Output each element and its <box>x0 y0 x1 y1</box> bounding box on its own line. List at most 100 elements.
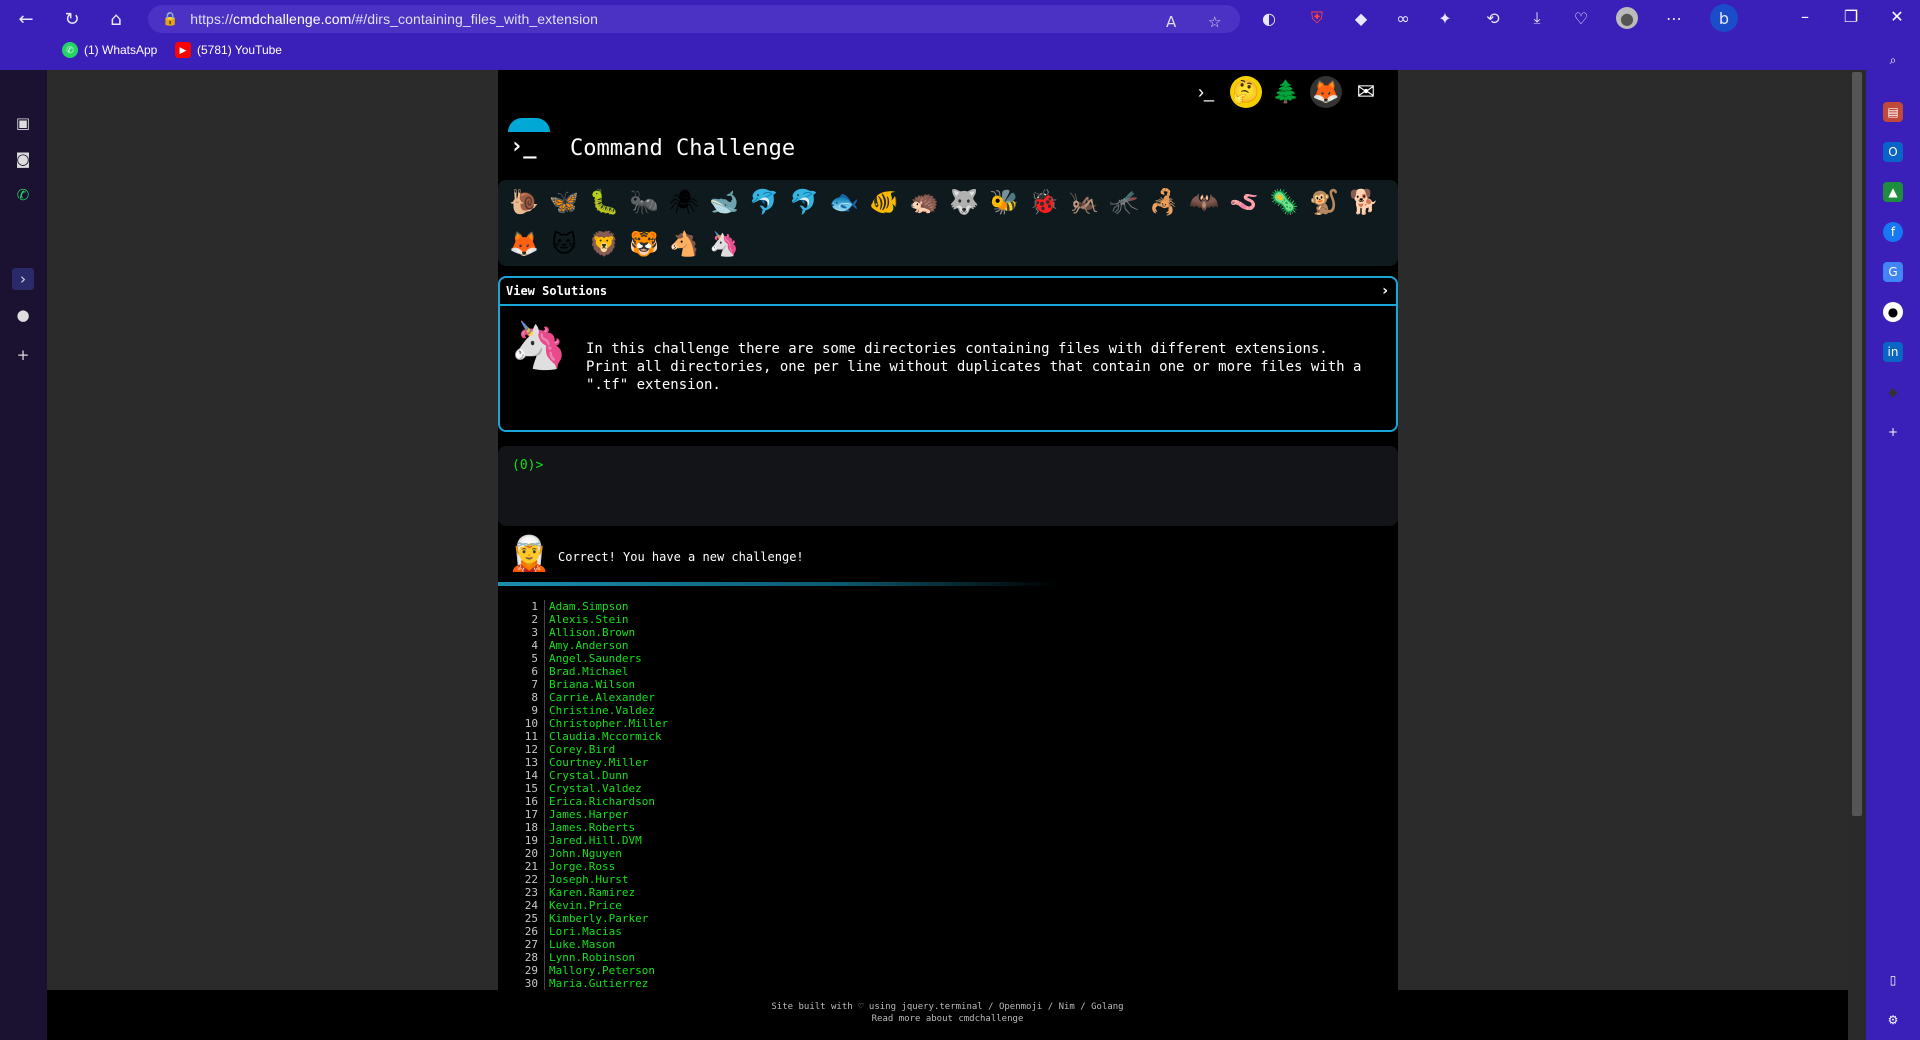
mail-icon[interactable]: ✉ <box>1350 76 1382 108</box>
footer-credits: Site built with ♡ using jquery.terminal … <box>771 1002 1124 1012</box>
emoji-challenge-icon[interactable]: 🐞 <box>1024 182 1064 222</box>
emoji-challenge-icon[interactable]: 🐺 <box>944 182 984 222</box>
emoji-challenge-icon[interactable]: 🐜 <box>624 182 664 222</box>
terminal-link-icon[interactable]: ›_ <box>1190 76 1222 108</box>
emoji-challenge-icon[interactable]: 🦠 <box>1264 182 1304 222</box>
emoji-challenge-icon[interactable]: 🐬 <box>744 182 784 222</box>
facebook-icon[interactable]: f <box>1883 222 1903 242</box>
extension-glasses-icon[interactable]: ∞ <box>1392 7 1414 29</box>
output-line: 25 Kimberly.Parker <box>498 912 1398 925</box>
emoji-challenge-icon[interactable]: 🐌 <box>504 182 544 222</box>
download-icon[interactable]: ⤓ <box>1526 7 1548 29</box>
github-tab-icon[interactable]: ● <box>12 304 34 326</box>
tree-icon[interactable]: 🌲 <box>1270 76 1302 108</box>
profile-avatar-icon[interactable]: ● <box>1616 7 1638 29</box>
emoji-challenge-icon[interactable]: 🦇 <box>1184 182 1224 222</box>
emoji-challenge-icon[interactable]: 🦄 <box>704 224 744 264</box>
search-icon[interactable]: ⌕ <box>1883 50 1903 70</box>
translate-icon[interactable]: G <box>1883 262 1903 282</box>
bookmark-whatsapp[interactable]: ✆ (1) WhatsApp <box>62 42 157 58</box>
chevron-right-icon[interactable]: › <box>1382 283 1388 299</box>
sidebar-toggle-icon[interactable]: ▯ <box>1883 970 1903 990</box>
emoji-challenge-icon[interactable]: 🐱 <box>544 224 584 264</box>
emoji-challenge-icon[interactable]: 🦊 <box>504 224 544 264</box>
output-directory-name: Luke.Mason <box>549 938 616 951</box>
new-tab-icon[interactable]: + <box>12 344 34 366</box>
read-aloud-icon[interactable]: A <box>1166 13 1176 31</box>
emoji-challenge-icon[interactable]: 🐯 <box>624 224 664 264</box>
extension-shield-icon[interactable]: ◐ <box>1258 7 1280 29</box>
linkedin-icon[interactable]: in <box>1883 342 1903 362</box>
vertical-tabs-rail: ▣ ◙ ✆ › ● + <box>0 70 47 1040</box>
emoji-challenge-icon[interactable]: 🐝 <box>984 182 1024 222</box>
line-number: 22 <box>524 873 538 886</box>
close-window-icon[interactable]: ✕ <box>1882 7 1912 26</box>
idea-face-icon[interactable]: 🤔 <box>1230 76 1262 108</box>
emoji-challenge-icon[interactable]: 🐟 <box>824 182 864 222</box>
output-line: 6 Brad.Michael <box>498 665 1398 678</box>
emoji-challenge-icon[interactable]: 🦁 <box>584 224 624 264</box>
emoji-challenge-icon[interactable]: 🦔 <box>904 182 944 222</box>
tab-actions-icon[interactable]: ▣ <box>12 112 34 134</box>
emoji-challenge-icon[interactable]: 🐛 <box>584 182 624 222</box>
view-solutions-toggle[interactable]: View Solutions › <box>500 278 1396 306</box>
favorite-star-icon[interactable]: ☆ <box>1208 13 1221 31</box>
page-scrollbar[interactable] <box>1848 70 1866 1040</box>
bing-icon[interactable]: b <box>1710 4 1738 32</box>
output-directory-name: Courtney.Miller <box>549 756 649 769</box>
whatsapp-tab-icon[interactable]: ✆ <box>12 184 34 206</box>
challenge-description: In this challenge there are some directo… <box>586 341 1362 393</box>
emoji-challenge-icon[interactable]: 🕷 <box>664 182 704 222</box>
extension-icon[interactable]: ◆ <box>1883 382 1903 402</box>
emoji-challenge-icon[interactable]: 🦂 <box>1144 182 1184 222</box>
extension-badge-icon[interactable]: ◆ <box>1350 7 1372 29</box>
emoji-challenge-icon[interactable]: 🦗 <box>1064 182 1104 222</box>
performance-heart-icon[interactable]: ♡ <box>1570 7 1592 29</box>
address-bar[interactable]: 🔒 https://cmdchallenge.com/#/dirs_contai… <box>148 5 1240 33</box>
home-icon[interactable]: ⌂ <box>102 5 130 33</box>
emoji-challenge-icon[interactable]: 🐴 <box>664 224 704 264</box>
emoji-challenge-icon[interactable]: 🪱 <box>1224 182 1264 222</box>
emoji-row-2: 🦊 🐱 🦁 🐯 🐴 🦄 <box>504 224 744 264</box>
line-number: 23 <box>524 886 538 899</box>
emoji-challenge-icon[interactable]: 🐠 <box>864 182 904 222</box>
lock-icon[interactable]: 🔒 <box>162 12 178 27</box>
outlook-icon[interactable]: O <box>1883 142 1903 162</box>
settings-gear-icon[interactable]: ⚙ <box>1883 1010 1903 1030</box>
emoji-challenge-icon[interactable]: 🐋 <box>704 182 744 222</box>
history-icon[interactable]: ⟲ <box>1482 7 1504 29</box>
line-separator <box>544 938 545 951</box>
output-directory-name: Corey.Bird <box>549 743 616 756</box>
line-separator <box>544 769 545 782</box>
footer-read-more-link[interactable]: Read more about cmdchallenge <box>47 1014 1848 1024</box>
emoji-challenge-icon[interactable]: 🐒 <box>1304 182 1344 222</box>
line-number: 27 <box>524 938 538 951</box>
emoji-challenge-icon[interactable]: 🐕 <box>1344 182 1384 222</box>
emoji-challenge-icon[interactable]: 🐬 <box>784 182 824 222</box>
add-sidebar-icon[interactable]: + <box>1883 422 1903 442</box>
gitlab-icon[interactable]: 🦊 <box>1310 76 1342 108</box>
restore-icon[interactable]: ❐ <box>1836 7 1866 26</box>
tab-favicon-icon[interactable]: ◙ <box>12 148 34 170</box>
terminal-input[interactable]: (0)> <box>498 446 1398 526</box>
drive-icon[interactable]: ▲ <box>1883 182 1903 202</box>
refresh-icon[interactable]: ↻ <box>58 5 86 33</box>
url-text[interactable]: https://cmdchallenge.com/#/dirs_containi… <box>190 11 598 27</box>
tools-icon[interactable]: ▤ <box>1883 102 1903 122</box>
output-directory-name: Lynn.Robinson <box>549 951 636 964</box>
minimize-icon[interactable]: – <box>1790 7 1820 26</box>
emoji-challenge-icon[interactable]: 🦋 <box>544 182 584 222</box>
logo[interactable]: ›_ <box>508 118 550 160</box>
cmdchallenge-tab-icon[interactable]: › <box>12 268 34 290</box>
scrollbar-thumb[interactable] <box>1852 72 1862 816</box>
github-icon[interactable]: ● <box>1883 302 1903 322</box>
line-number: 3 <box>531 626 538 639</box>
extension-ublock-icon[interactable]: ⛨ <box>1306 7 1328 29</box>
more-menu-icon[interactable]: ⋯ <box>1663 7 1685 29</box>
line-separator <box>544 886 545 899</box>
extensions-puzzle-icon[interactable]: ✦ <box>1434 7 1456 29</box>
bookmark-youtube[interactable]: ▶ (5781) YouTube <box>175 42 282 58</box>
back-icon[interactable]: ← <box>12 5 40 33</box>
emoji-challenge-icon[interactable]: 🦟 <box>1104 182 1144 222</box>
bookmark-label: (5781) YouTube <box>197 43 282 57</box>
